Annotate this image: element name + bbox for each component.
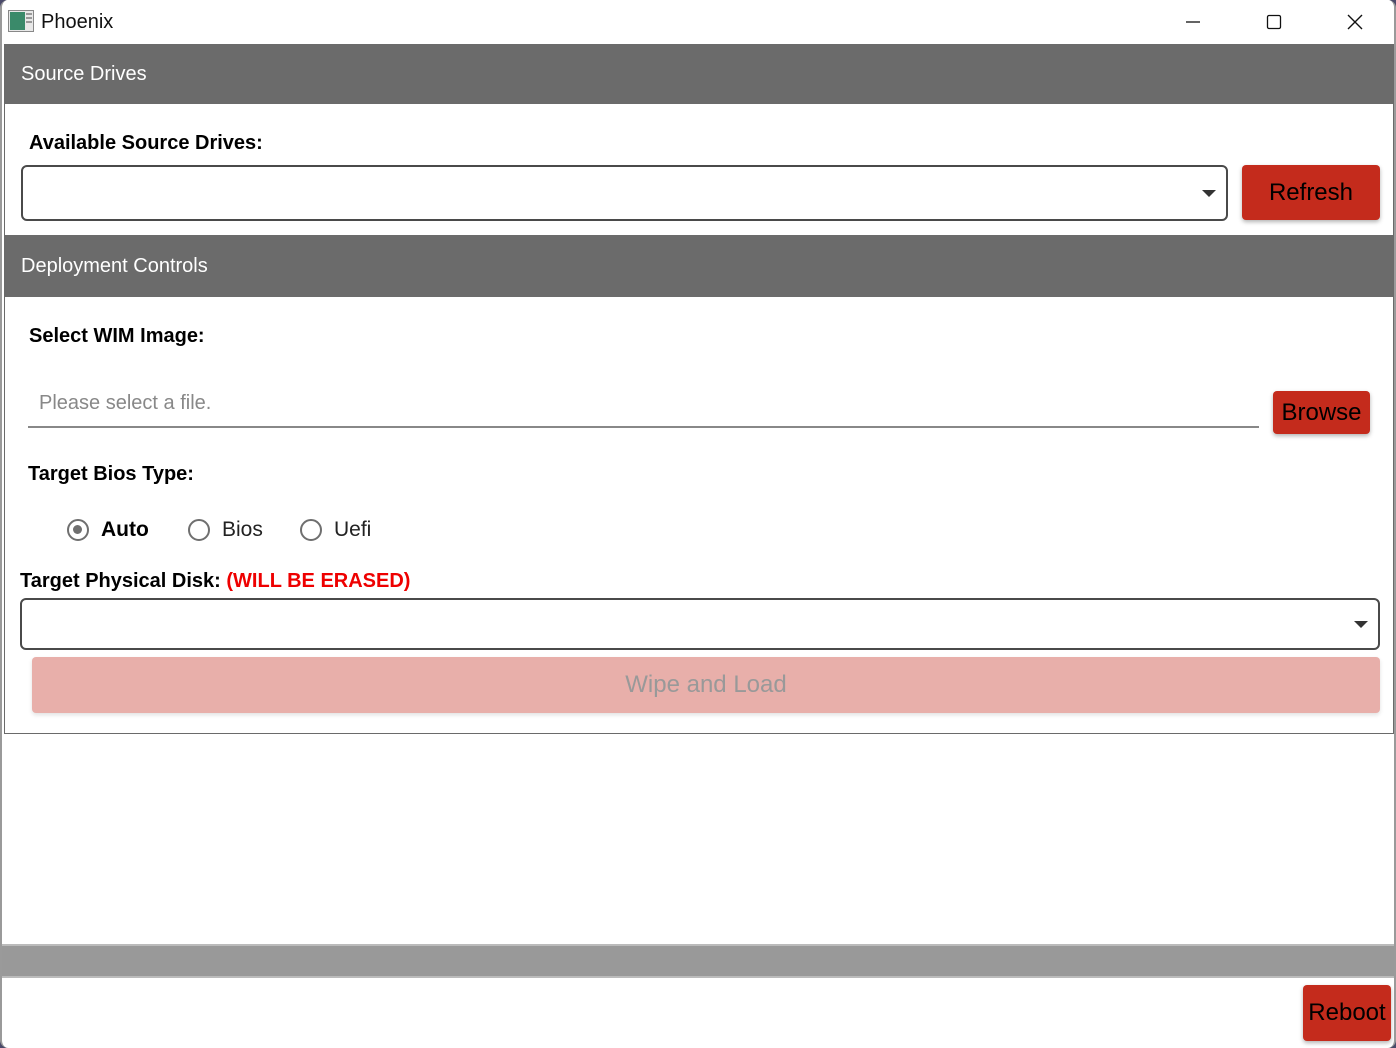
radio-uefi[interactable]: Uefi [300, 518, 371, 542]
status-bar [2, 944, 1394, 978]
close-button[interactable] [1315, 0, 1394, 44]
radio-unchecked-icon [188, 519, 210, 541]
source-drives-header-label: Source Drives [21, 62, 147, 85]
target-disk-label-text: Target Physical Disk: [20, 570, 221, 592]
minimize-button[interactable] [1153, 0, 1233, 44]
chevron-down-icon [1202, 190, 1216, 197]
wim-file-input[interactable]: Please select a file. [28, 388, 1259, 428]
maximize-icon [1266, 14, 1282, 30]
radio-bios-label: Bios [222, 518, 263, 541]
radio-auto-label: Auto [101, 518, 149, 541]
deployment-controls-header: Deployment Controls [5, 235, 1393, 297]
wim-file-placeholder: Please select a file. [39, 392, 212, 414]
minimize-icon [1186, 21, 1200, 23]
target-bios-type-label: Target Bios Type: [28, 463, 194, 485]
wipe-and-load-button[interactable]: Wipe and Load [32, 657, 1380, 713]
radio-uefi-label: Uefi [334, 518, 372, 541]
source-drive-dropdown[interactable] [21, 165, 1228, 221]
radio-unchecked-icon [300, 519, 322, 541]
maximize-button[interactable] [1234, 0, 1314, 44]
radio-auto[interactable]: Auto [67, 518, 149, 542]
radio-bios[interactable]: Bios [188, 518, 263, 542]
reboot-button[interactable]: Reboot [1303, 985, 1391, 1041]
erase-warning: (WILL BE ERASED) [226, 570, 411, 592]
deployment-controls-header-label: Deployment Controls [21, 254, 208, 277]
window-title: Phoenix [41, 11, 114, 33]
refresh-button[interactable]: Refresh [1242, 165, 1380, 220]
close-icon [1347, 14, 1363, 30]
title-bar: Phoenix [2, 0, 1394, 44]
app-window-icon [8, 10, 34, 32]
app-window: Phoenix Source Drives Available Source D… [0, 0, 1396, 1048]
chevron-down-icon [1354, 621, 1368, 628]
target-physical-disk-label: Target Physical Disk: (WILL BE ERASED) [20, 570, 410, 593]
radio-checked-icon [67, 519, 89, 541]
available-source-drives-label: Available Source Drives: [29, 132, 263, 154]
browse-button[interactable]: Browse [1273, 391, 1370, 434]
source-drives-header: Source Drives [5, 44, 1393, 104]
target-disk-dropdown[interactable] [20, 598, 1380, 650]
select-wim-image-label: Select WIM Image: [29, 325, 205, 347]
